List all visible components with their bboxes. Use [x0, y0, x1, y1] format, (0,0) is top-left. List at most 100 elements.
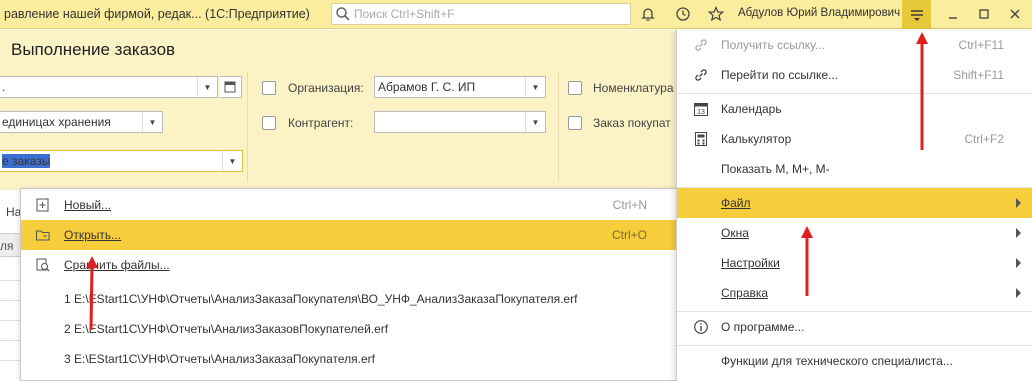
- chevron-down-icon[interactable]: ▼: [222, 151, 242, 171]
- menu-item-tech-functions[interactable]: Функции для технического специалиста...: [677, 346, 1032, 376]
- search-placeholder: Поиск Ctrl+Shift+F: [354, 7, 455, 21]
- organization-label: Организация:: [288, 81, 364, 95]
- menu-item-label: Перейти по ссылке...: [721, 68, 839, 82]
- counterparty-label: Контрагент:: [288, 116, 354, 130]
- menu-item-about[interactable]: О программе...: [677, 312, 1032, 342]
- menu-item-settings[interactable]: Настройки: [677, 248, 1032, 278]
- main-menu-dropdown: Получить ссылку... Ctrl+F11 Перейти по с…: [676, 29, 1032, 381]
- info-icon: [694, 320, 708, 334]
- menu-item-new[interactable]: Новый... Ctrl+N: [21, 190, 677, 220]
- menu-item-label: Новый...: [64, 198, 112, 212]
- grid-row-line: [0, 300, 20, 301]
- go-link-icon: [695, 69, 707, 81]
- units-value: единицах хранения: [2, 115, 111, 129]
- recent-file-path: 2 E:\EStart1C\УНФ\Отчеты\АнализЗаказовПо…: [64, 322, 389, 336]
- menu-item-shortcut: Ctrl+F11: [958, 38, 1004, 52]
- menu-item-help[interactable]: Справка: [677, 278, 1032, 308]
- organization-checkbox[interactable]: [262, 81, 276, 95]
- menu-item-calculator[interactable]: Калькулятор Ctrl+F2: [677, 124, 1032, 154]
- menu-item-open[interactable]: Открыть... Ctrl+O: [21, 220, 677, 250]
- divider: [558, 72, 559, 182]
- link-icon: [695, 39, 707, 51]
- title-bar: равление нашей фирмой, редак... (1С:Пред…: [0, 0, 1032, 29]
- menu-item-label: Получить ссылку...: [721, 38, 825, 52]
- calendar-icon-number: 13: [697, 109, 705, 116]
- menu-item-compare-files[interactable]: Сравнить файлы...: [21, 250, 677, 280]
- chevron-down-icon[interactable]: ▼: [525, 77, 545, 97]
- menu-item-label: Показать M, M+, M-: [721, 162, 830, 176]
- menu-item-calendar[interactable]: 13 Календарь: [677, 94, 1032, 124]
- recent-file-item[interactable]: 2 E:\EStart1C\УНФ\Отчеты\АнализЗаказовПо…: [21, 314, 677, 344]
- calendar-picker-button[interactable]: [220, 76, 242, 98]
- chevron-down-icon[interactable]: ▼: [197, 77, 217, 97]
- nomenclature-label: Номенклатура: [593, 81, 674, 95]
- chevron-down-icon[interactable]: ▼: [142, 112, 162, 132]
- menu-item-label: Сравнить файлы...: [64, 258, 170, 272]
- grid-row-line: [0, 280, 20, 281]
- menu-item-get-link[interactable]: Получить ссылку... Ctrl+F11: [677, 30, 1032, 60]
- divider: [247, 72, 248, 182]
- submenu-arrow-icon: [1016, 258, 1021, 268]
- menu-item-label: О программе...: [721, 320, 805, 334]
- menu-item-shortcut: Ctrl+N: [612, 198, 647, 212]
- menu-item-label: Файл: [721, 196, 751, 210]
- new-document-icon: [36, 198, 49, 212]
- grid-row-line: [0, 320, 20, 321]
- period-field[interactable]: . ▼: [0, 76, 218, 98]
- menu-item-shortcut: Ctrl+F2: [964, 132, 1004, 146]
- calendar-icon: [224, 81, 236, 93]
- close-button[interactable]: [1004, 4, 1026, 24]
- recent-file-item[interactable]: 3 E:\EStart1C\УНФ\Отчеты\АнализЗаказаПок…: [21, 344, 677, 374]
- history-icon[interactable]: [673, 4, 693, 24]
- menu-item-file[interactable]: Файл: [677, 188, 1032, 218]
- search-icon: [336, 7, 350, 21]
- menu-item-label: Окна: [721, 226, 749, 240]
- search-input[interactable]: Поиск Ctrl+Shift+F: [331, 3, 631, 25]
- menu-item-label: Открыть...: [64, 228, 122, 242]
- nomenclature-checkbox[interactable]: [568, 81, 582, 95]
- menu-item-go-to-link[interactable]: Перейти по ссылке... Shift+F11: [677, 60, 1032, 90]
- calculator-icon: [695, 132, 707, 146]
- organization-value: Абрамов Г. С. ИП: [378, 80, 476, 94]
- main-menu-icon: [910, 9, 923, 21]
- main-menu-button[interactable]: [902, 0, 931, 29]
- grid-row-line: [0, 340, 20, 341]
- favorites-star-icon[interactable]: [706, 4, 726, 24]
- maximize-button[interactable]: [973, 4, 995, 24]
- orders-filter-value: е заказы: [2, 154, 51, 168]
- compare-files-icon: [36, 258, 50, 272]
- minimize-button[interactable]: [942, 4, 964, 24]
- open-folder-icon: [36, 230, 50, 241]
- chevron-down-icon[interactable]: ▼: [525, 112, 545, 132]
- notifications-bell-icon[interactable]: [638, 4, 658, 24]
- grid-row-line: [0, 360, 20, 361]
- menu-item-label: Калькулятор: [721, 132, 792, 146]
- counterparty-field[interactable]: ▼: [374, 111, 546, 133]
- user-name[interactable]: Абдулов Юрий Владимирович: [738, 7, 900, 19]
- file-submenu-popup: Новый... Ctrl+N Открыть... Ctrl+O Сравни…: [20, 188, 678, 381]
- submenu-arrow-icon: [1016, 288, 1021, 298]
- submenu-arrow-icon: [1016, 198, 1021, 208]
- orders-filter-field[interactable]: е заказы ▼: [0, 150, 243, 172]
- submenu-arrow-icon: [1016, 228, 1021, 238]
- recent-file-path: 3 E:\EStart1C\УНФ\Отчеты\АнализЗаказаПок…: [64, 352, 375, 366]
- customer-order-checkbox[interactable]: [568, 116, 582, 130]
- menu-item-label: Функции для технического специалиста...: [721, 354, 953, 368]
- menu-item-label: Календарь: [721, 102, 782, 116]
- grid-header-cell: ля: [0, 233, 20, 257]
- recent-file-path: 1 E:\EStart1C\УНФ\Отчеты\АнализЗаказаПок…: [64, 292, 578, 306]
- recent-file-item[interactable]: 1 E:\EStart1C\УНФ\Отчеты\АнализЗаказаПок…: [21, 284, 677, 314]
- units-field[interactable]: единицах хранения ▼: [0, 111, 163, 133]
- page-title: Выполнение заказов: [11, 40, 176, 59]
- window-title: равление нашей фирмой, редак... (1С:Пред…: [4, 7, 310, 21]
- organization-field[interactable]: Абрамов Г. С. ИП ▼: [374, 76, 546, 98]
- menu-item-label: Настройки: [721, 256, 780, 270]
- menu-item-show-memory[interactable]: Показать M, M+, M-: [677, 154, 1032, 184]
- menu-item-shortcut: Shift+F11: [953, 68, 1004, 82]
- menu-item-windows[interactable]: Окна: [677, 218, 1032, 248]
- customer-order-label: Заказ покупат: [593, 116, 671, 130]
- menu-item-label: Справка: [721, 286, 769, 300]
- counterparty-checkbox[interactable]: [262, 116, 276, 130]
- menu-item-shortcut: Ctrl+O: [611, 228, 647, 242]
- grid-column-fragment: ля: [0, 239, 14, 253]
